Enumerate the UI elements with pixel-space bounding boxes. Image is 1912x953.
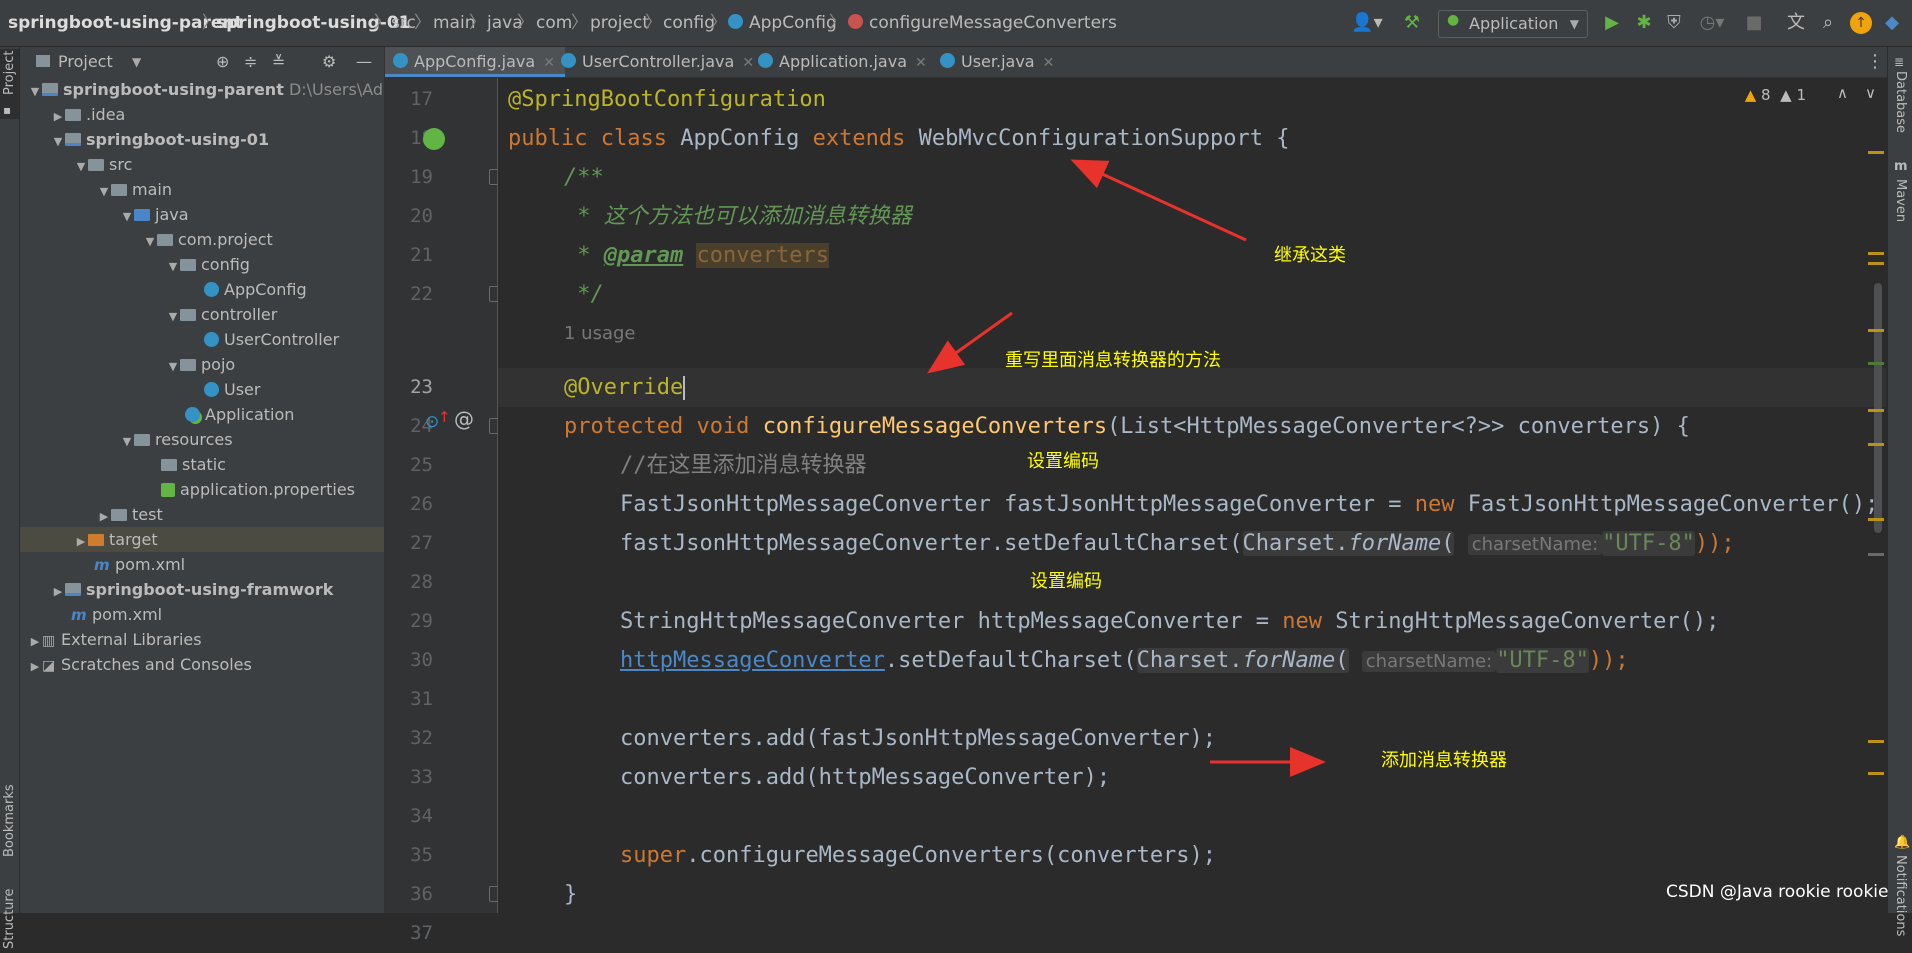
- annotation-encoding-text: 设置编码: [1027, 451, 1099, 472]
- annotation-override-text: 重写里面消息转换器的方法: [1005, 350, 1221, 371]
- annotation-arrows: [927, 159, 1326, 777]
- annotation-add-text: 添加消息转换器: [1381, 750, 1507, 771]
- arrow-to-superclass: [1070, 159, 1247, 242]
- line-number: 37: [410, 922, 433, 944]
- annotation-inherit-text: 继承这类: [1274, 245, 1346, 266]
- annotation-encoding-text: 设置编码: [1030, 571, 1102, 592]
- arrow-to-override: [927, 311, 1013, 374]
- watermark-text: CSDN @Java rookie rookie: [1666, 882, 1889, 902]
